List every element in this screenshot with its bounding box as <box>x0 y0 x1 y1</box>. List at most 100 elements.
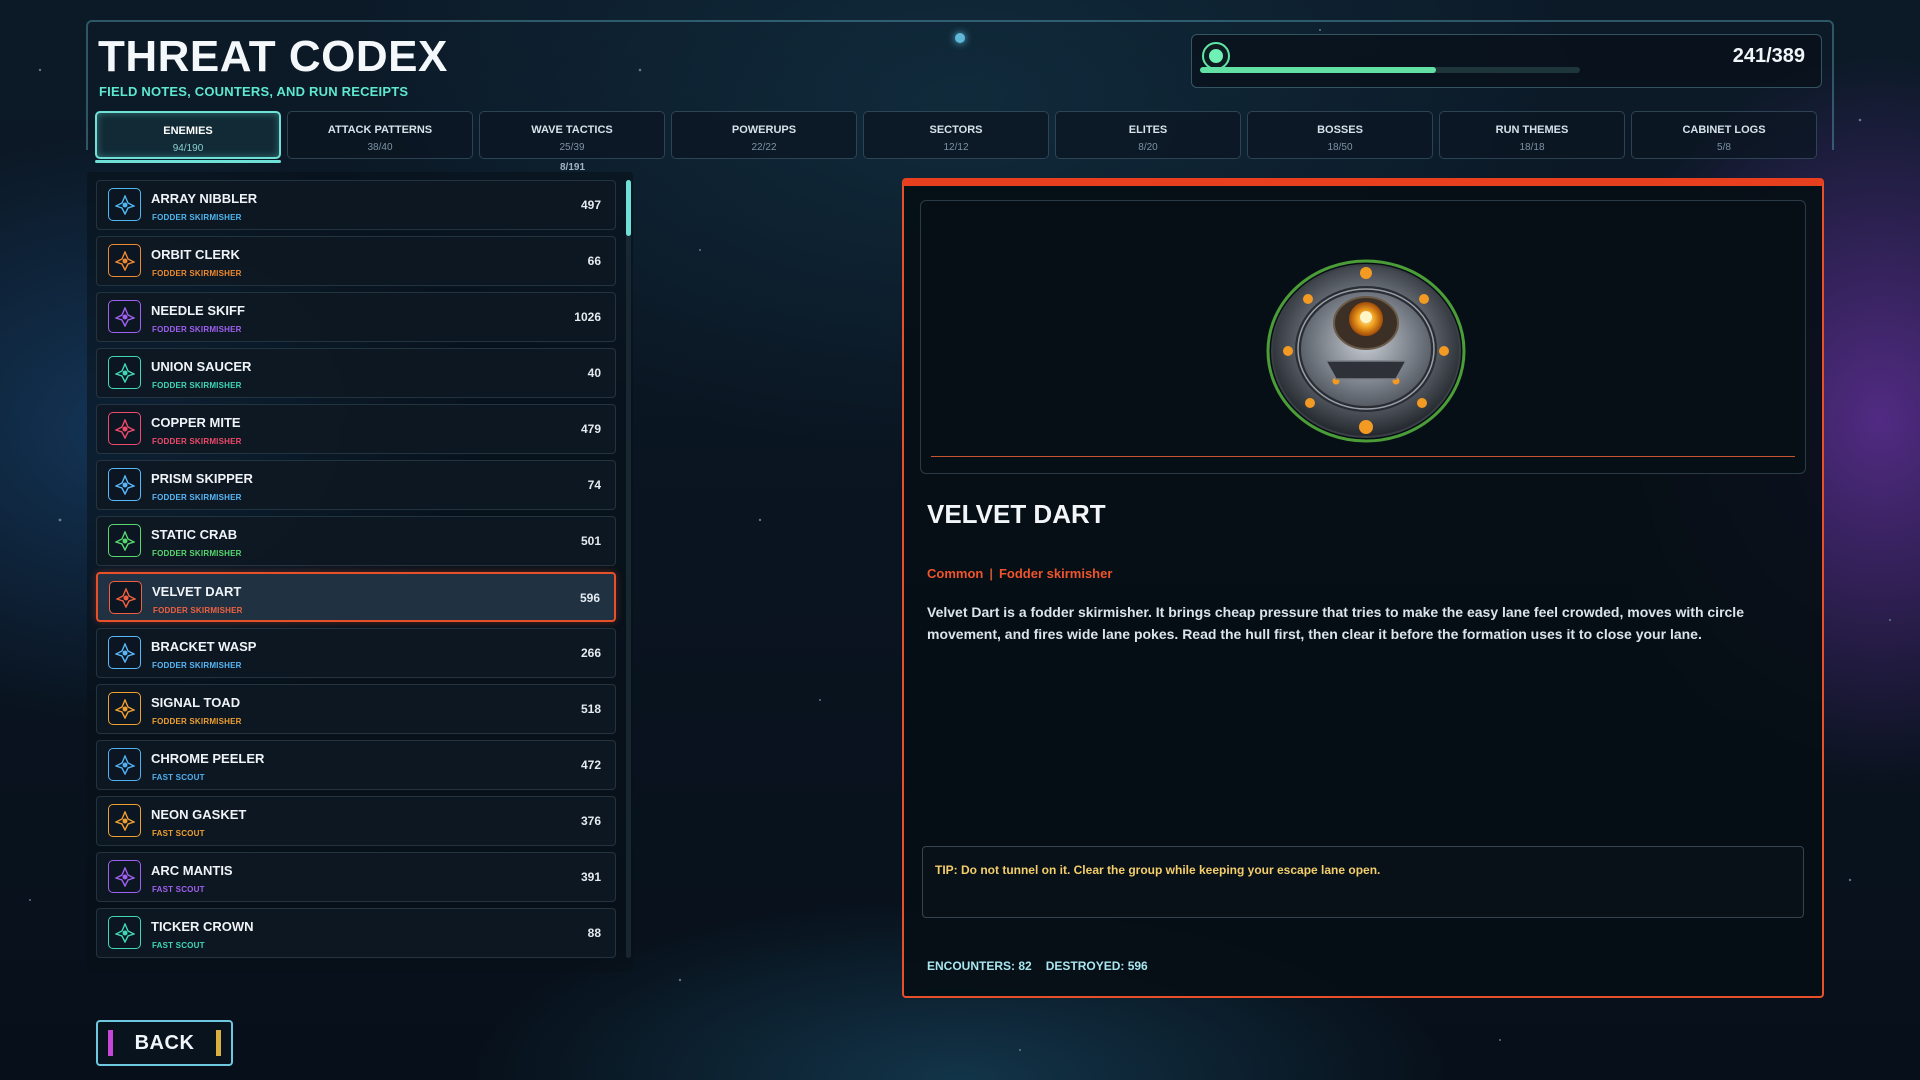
enemy-type: FODDER SKIRMISHER <box>152 549 242 558</box>
tab-label: BOSSES <box>1317 124 1363 136</box>
tab-cabinet-logs[interactable]: CABINET LOGS 5/8 <box>1631 111 1817 159</box>
frame-indicator-dot <box>955 33 965 43</box>
ship-icon <box>108 468 141 501</box>
enemy-row-velvet-dart[interactable]: VELVET DART FODDER SKIRMISHER 596 <box>96 572 616 622</box>
ship-icon <box>108 524 141 557</box>
tab-label: ENEMIES <box>163 125 213 137</box>
enemy-kill-count: 266 <box>580 646 601 660</box>
preview-divider <box>931 456 1795 457</box>
enemy-type-label: Fodder skirmisher <box>998 566 1113 581</box>
enemy-type: FODDER SKIRMISHER <box>152 213 242 222</box>
ship-icon <box>108 804 141 837</box>
ship-icon <box>108 412 141 445</box>
enemy-row-copper-mite[interactable]: COPPER MITE FODDER SKIRMISHER 479 <box>96 404 616 454</box>
enemy-name: NEEDLE SKIFF <box>151 303 245 318</box>
enemy-row-bracket-wasp[interactable]: BRACKET WASP FODDER SKIRMISHER 266 <box>96 628 616 678</box>
enemy-description: Velvet Dart is a fodder skirmisher. It b… <box>927 604 1744 642</box>
tab-run-themes[interactable]: RUN THEMES 18/18 <box>1439 111 1625 159</box>
enemy-list: ARRAY NIBBLER FODDER SKIRMISHER 497 ORBIT C… <box>96 180 616 964</box>
tip-text: TIP: Do not tunnel on it. Clear the grou… <box>935 863 1381 877</box>
ship-icon <box>108 860 141 893</box>
enemy-row-orbit-clerk[interactable]: ORBIT CLERK FODDER SKIRMISHER 66 <box>96 236 616 286</box>
ship-icon <box>108 300 141 333</box>
enemy-kill-count: 596 <box>579 591 600 605</box>
enemy-row-neon-gasket[interactable]: NEON GASKET FAST SCOUT 376 <box>96 796 616 846</box>
enemy-type: FAST SCOUT <box>152 829 205 838</box>
tab-count: 22/22 <box>751 142 777 153</box>
enemy-row-arc-mantis[interactable]: ARC MANTIS FAST SCOUT 391 <box>96 852 616 902</box>
enemy-name: NEON GASKET <box>151 807 247 822</box>
enemy-type: FODDER SKIRMISHER <box>152 717 242 726</box>
enemy-type: FODDER SKIRMISHER <box>152 269 242 278</box>
tab-powerups[interactable]: POWERUPS 22/22 <box>671 111 857 159</box>
ship-icon <box>108 748 141 781</box>
enemy-type: FAST SCOUT <box>152 773 205 782</box>
enemy-name: PRISM SKIPPER <box>151 471 253 486</box>
enemy-row-chrome-peeler[interactable]: CHROME PEELER FAST SCOUT 472 <box>96 740 616 790</box>
tip-box: TIP: Do not tunnel on it. Clear the grou… <box>922 846 1804 918</box>
enemy-kill-count: 497 <box>580 198 601 212</box>
tab-label: ELITES <box>1128 124 1168 136</box>
tab-count: 38/40 <box>367 142 393 153</box>
completion-panel <box>1191 34 1822 88</box>
tab-count: 12/12 <box>943 142 969 153</box>
tab-count: 94/190 <box>172 143 204 154</box>
tab-elites[interactable]: ELITES 8/20 <box>1055 111 1241 159</box>
tab-bosses[interactable]: BOSSES 18/50 <box>1247 111 1433 159</box>
enemy-kill-count: 74 <box>587 478 601 492</box>
tab-sectors[interactable]: SECTORS 12/12 <box>863 111 1049 159</box>
enemy-kill-count: 479 <box>580 422 601 436</box>
completion-progress-fill <box>1200 67 1436 73</box>
ship-icon <box>108 356 141 389</box>
page-subtitle: FIELD NOTES, COUNTERS, AND RUN RECEIPTS <box>99 84 409 99</box>
tab-label: SECTORS <box>929 124 983 136</box>
enemy-row-signal-toad[interactable]: SIGNAL TOAD FODDER SKIRMISHER 518 <box>96 684 616 734</box>
enemy-type: FODDER SKIRMISHER <box>152 437 242 446</box>
completion-progress-bar <box>1200 67 1580 73</box>
enemy-kill-count: 376 <box>580 814 601 828</box>
enemy-row-static-crab[interactable]: STATIC CRAB FODDER SKIRMISHER 501 <box>96 516 616 566</box>
enemy-row-array-nibbler[interactable]: ARRAY NIBBLER FODDER SKIRMISHER 497 <box>96 180 616 230</box>
enemy-name: VELVET DART <box>152 584 242 599</box>
enemy-row-prism-skipper[interactable]: PRISM SKIPPER FODDER SKIRMISHER 74 <box>96 460 616 510</box>
scrollbar-thumb[interactable] <box>626 180 631 236</box>
enemy-type: FODDER SKIRMISHER <box>153 606 243 615</box>
page-title: THREAT CODEX <box>98 32 448 81</box>
enemy-name: COPPER MITE <box>151 415 241 430</box>
tab-label: CABINET LOGS <box>1682 124 1766 136</box>
enemy-type: FODDER SKIRMISHER <box>152 493 242 502</box>
tab-label: WAVE TACTICS <box>531 124 613 136</box>
ship-icon <box>108 916 141 949</box>
completion-knob-icon <box>1202 42 1230 70</box>
enemy-kill-count: 1026 <box>574 310 601 324</box>
enemy-kill-count: 40 <box>587 366 601 380</box>
ship-icon <box>109 581 142 614</box>
tab-count: 8/20 <box>1138 142 1158 153</box>
enemy-type: FAST SCOUT <box>152 885 205 894</box>
tab-wave-tactics[interactable]: WAVE TACTICS 25/39 <box>479 111 665 159</box>
ship-icon <box>108 244 141 277</box>
enemy-name: ARRAY NIBBLER <box>151 191 258 206</box>
enemy-row-ticker-crown[interactable]: TICKER CROWN FAST SCOUT 88 <box>96 908 616 958</box>
enemy-kill-count: 518 <box>580 702 601 716</box>
enemy-ship-image <box>1266 259 1466 443</box>
enemy-name: ORBIT CLERK <box>151 247 240 262</box>
enemy-type: FAST SCOUT <box>152 941 205 950</box>
tab-attack-patterns[interactable]: ATTACK PATTERNS 38/40 <box>287 111 473 159</box>
enemy-list-scrollbar[interactable] <box>626 180 631 958</box>
ship-icon <box>108 636 141 669</box>
enemy-detail-meta: Common | Fodder skirmisher <box>927 566 1112 581</box>
tab-enemies[interactable]: ENEMIES 94/190 <box>95 111 281 163</box>
completion-count: 241/389 <box>1732 45 1805 67</box>
enemy-kill-count: 66 <box>587 254 601 268</box>
enemy-type: FODDER SKIRMISHER <box>152 381 242 390</box>
back-button[interactable]: BACK <box>96 1020 233 1066</box>
meta-separator: | <box>989 566 993 581</box>
tab-label: POWERUPS <box>731 124 797 136</box>
enemy-name: TICKER CROWN <box>151 919 254 934</box>
ship-icon <box>108 692 141 725</box>
enemy-row-union-saucer[interactable]: UNION SAUCER FODDER SKIRMISHER 40 <box>96 348 616 398</box>
enemy-type: FODDER SKIRMISHER <box>152 661 242 670</box>
enemy-row-needle-skiff[interactable]: NEEDLE SKIFF FODDER SKIRMISHER 1026 <box>96 292 616 342</box>
enemy-kill-count: 501 <box>580 534 601 548</box>
